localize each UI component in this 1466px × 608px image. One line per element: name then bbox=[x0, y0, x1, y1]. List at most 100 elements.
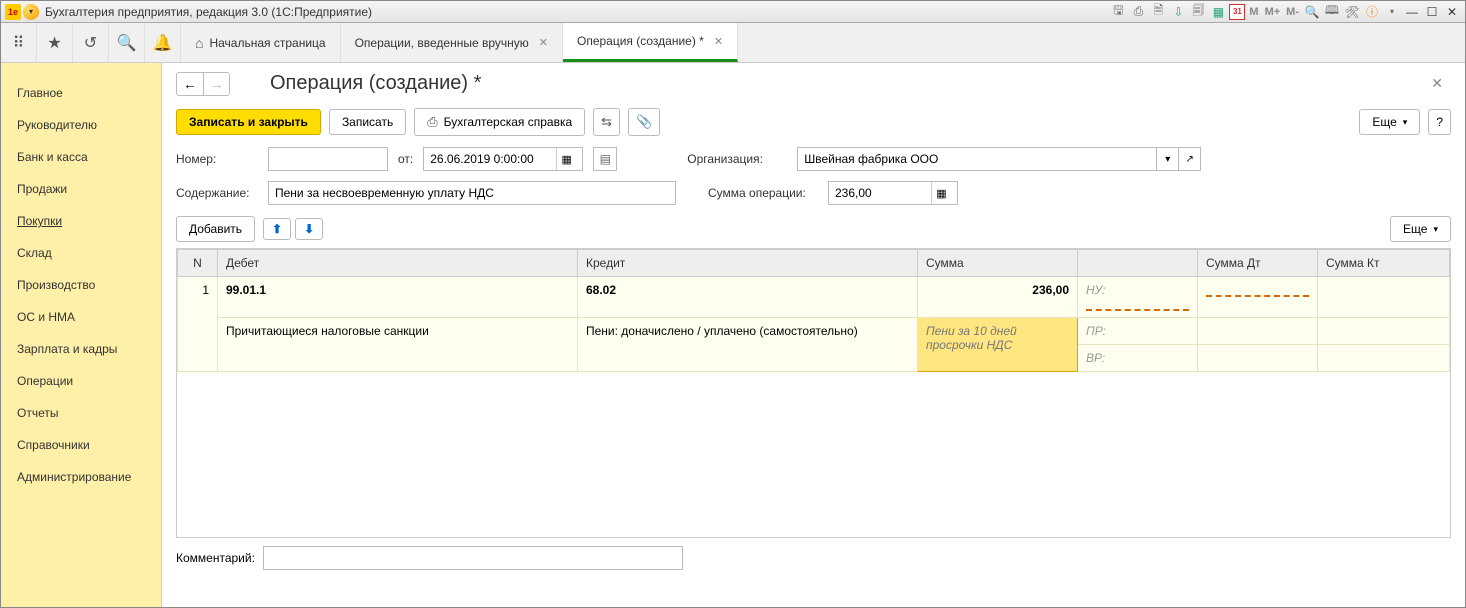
move-up-button[interactable]: ⬆ bbox=[263, 218, 291, 240]
table-row[interactable]: Причитающиеся налоговые санкции Пени: до… bbox=[178, 318, 1450, 345]
save-button[interactable]: Записать bbox=[329, 109, 406, 135]
save-and-close-button[interactable]: Записать и закрыть bbox=[176, 109, 321, 135]
row-number: 1 bbox=[178, 277, 218, 372]
zoom-icon[interactable]: 🔍 bbox=[1303, 3, 1321, 21]
org-dropdown-icon[interactable]: ▾ bbox=[1157, 147, 1179, 171]
sum-op-label: Сумма операции: bbox=[708, 186, 818, 200]
sum-op-input[interactable]: 236,00 ▦ bbox=[828, 181, 958, 205]
debit-subconto[interactable]: Причитающиеся налоговые санкции bbox=[218, 318, 578, 372]
sum-kt-vr[interactable] bbox=[1318, 345, 1450, 372]
app-logo-icon: 1e bbox=[5, 4, 21, 20]
chevron-down-icon: ▾ bbox=[1403, 117, 1408, 128]
number-input[interactable] bbox=[268, 147, 388, 171]
minimize-button[interactable]: — bbox=[1403, 3, 1421, 21]
comment-input[interactable] bbox=[263, 546, 683, 570]
move-down-button[interactable]: ⬇ bbox=[295, 218, 323, 240]
more-button[interactable]: Еще ▾ bbox=[1359, 109, 1420, 135]
tab-close-icon[interactable]: ✕ bbox=[539, 36, 548, 49]
page-close-button[interactable]: ✕ bbox=[1423, 71, 1451, 96]
tab-operations-manual[interactable]: Операции, введенные вручную ✕ bbox=[341, 23, 563, 62]
bell-icon[interactable]: 🔔 bbox=[145, 23, 181, 62]
nav-forward-button[interactable]: → bbox=[203, 73, 229, 95]
m-plus-button[interactable]: M+ bbox=[1263, 3, 1283, 21]
m-minus-button[interactable]: M- bbox=[1284, 3, 1301, 21]
sidebar-item-bank[interactable]: Банк и касса bbox=[1, 141, 161, 173]
maximize-button[interactable]: ☐ bbox=[1423, 3, 1441, 21]
home-icon: ⌂ bbox=[195, 35, 203, 51]
info-icon[interactable]: ⓘ bbox=[1363, 3, 1381, 21]
sidebar-item-production[interactable]: Производство bbox=[1, 269, 161, 301]
sidebar-item-assets[interactable]: ОС и НМА bbox=[1, 301, 161, 333]
sum-dt-vr[interactable] bbox=[1198, 345, 1318, 372]
content-input[interactable]: Пени за несвоевременную уплату НДС bbox=[268, 181, 676, 205]
print-icon[interactable]: ⎙ bbox=[1129, 3, 1147, 21]
tree-icon: ⇆ bbox=[601, 114, 612, 130]
nu-label-cell: НУ: bbox=[1078, 277, 1198, 318]
tools-icon[interactable]: 🛠 bbox=[1343, 3, 1361, 21]
sidebar: Главное Руководителю Банк и касса Продаж… bbox=[1, 63, 161, 607]
sidebar-item-manager[interactable]: Руководителю bbox=[1, 109, 161, 141]
sum-kt-cell[interactable] bbox=[1318, 277, 1450, 318]
date-input[interactable]: 26.06.2019 0:00:00 ▦ bbox=[423, 147, 583, 171]
sum-kt-pr[interactable] bbox=[1318, 318, 1450, 345]
col-sum-dt[interactable]: Сумма Дт bbox=[1198, 250, 1318, 277]
sidebar-item-operations[interactable]: Операции bbox=[1, 365, 161, 397]
nav-back-forward: ← → bbox=[176, 72, 230, 96]
entries-table: N Дебет Кредит Сумма Сумма Дт Сумма Кт 1… bbox=[176, 248, 1451, 538]
org-open-icon[interactable]: ↗ bbox=[1179, 147, 1201, 171]
close-window-button[interactable]: ✕ bbox=[1443, 3, 1461, 21]
sidebar-item-admin[interactable]: Администрирование bbox=[1, 461, 161, 493]
col-credit[interactable]: Кредит bbox=[578, 250, 918, 277]
help-button[interactable]: ? bbox=[1428, 109, 1451, 135]
table-row[interactable]: 1 99.01.1 68.02 236,00 НУ: bbox=[178, 277, 1450, 318]
tab-operation-create[interactable]: Операция (создание) * ✕ bbox=[563, 23, 738, 62]
link-tree-button[interactable]: ⇆ bbox=[593, 108, 620, 136]
calendar-icon[interactable]: 31 bbox=[1229, 4, 1245, 20]
save-icon[interactable]: 🖫 bbox=[1109, 3, 1127, 21]
print-reference-button[interactable]: ⎙ Бухгалтерская справка bbox=[414, 108, 585, 136]
col-n[interactable]: N bbox=[178, 250, 218, 277]
org-input[interactable]: Швейная фабрика ООО bbox=[797, 147, 1157, 171]
attach-button[interactable]: 📎 bbox=[628, 108, 660, 136]
sidebar-item-references[interactable]: Справочники bbox=[1, 429, 161, 461]
favorites-icon[interactable]: 🕮 bbox=[1323, 3, 1341, 21]
col-sum[interactable]: Сумма bbox=[918, 250, 1078, 277]
app-menu-dropdown[interactable]: ▾ bbox=[23, 4, 39, 20]
tab-home[interactable]: ⌂ Начальная страница bbox=[181, 23, 341, 62]
sidebar-item-salary[interactable]: Зарплата и кадры bbox=[1, 333, 161, 365]
compare-icon[interactable]: 🗐 bbox=[1189, 3, 1207, 21]
star-icon[interactable]: ★ bbox=[37, 23, 73, 62]
apps-icon[interactable]: ⠿ bbox=[1, 23, 37, 62]
info-dd-icon[interactable]: ▾ bbox=[1383, 3, 1401, 21]
sidebar-item-warehouse[interactable]: Склад bbox=[1, 237, 161, 269]
date-extra-icon[interactable]: ▤ bbox=[593, 147, 617, 171]
m-button[interactable]: M bbox=[1247, 3, 1260, 21]
sum-note-cell[interactable]: Пени за 10 дней просрочки НДС bbox=[918, 318, 1078, 372]
col-empty bbox=[1078, 250, 1198, 277]
table-more-button[interactable]: Еще ▾ bbox=[1390, 216, 1451, 242]
credit-account[interactable]: 68.02 bbox=[578, 277, 918, 318]
preview-icon[interactable]: 🗎 bbox=[1149, 3, 1167, 21]
tab-close-icon[interactable]: ✕ bbox=[714, 35, 723, 48]
credit-subconto[interactable]: Пени: доначислено / уплачено (самостояте… bbox=[578, 318, 918, 372]
sum-cell[interactable]: 236,00 bbox=[918, 277, 1078, 318]
search-icon[interactable]: 🔍 bbox=[109, 23, 145, 62]
sidebar-item-sales[interactable]: Продажи bbox=[1, 173, 161, 205]
sidebar-item-main[interactable]: Главное bbox=[1, 77, 161, 109]
calc-icon[interactable]: ▦ bbox=[931, 182, 951, 204]
debit-account[interactable]: 99.01.1 bbox=[218, 277, 578, 318]
sidebar-item-reports[interactable]: Отчеты bbox=[1, 397, 161, 429]
sidebar-item-purchases[interactable]: Покупки bbox=[1, 205, 161, 237]
calc-icon[interactable]: ▦ bbox=[1209, 3, 1227, 21]
sum-dt-pr[interactable] bbox=[1198, 318, 1318, 345]
add-row-button[interactable]: Добавить bbox=[176, 216, 255, 242]
date-picker-icon[interactable]: ▦ bbox=[556, 148, 576, 170]
number-label: Номер: bbox=[176, 152, 258, 166]
content-area: ← → Операция (создание) * ✕ Записать и з… bbox=[161, 63, 1465, 607]
nav-back-button[interactable]: ← bbox=[177, 73, 203, 95]
link-icon[interactable]: ⇩ bbox=[1169, 3, 1187, 21]
sum-dt-cell[interactable] bbox=[1198, 277, 1318, 318]
col-sum-kt[interactable]: Сумма Кт bbox=[1318, 250, 1450, 277]
history-icon[interactable]: ↺ bbox=[73, 23, 109, 62]
col-debit[interactable]: Дебет bbox=[218, 250, 578, 277]
